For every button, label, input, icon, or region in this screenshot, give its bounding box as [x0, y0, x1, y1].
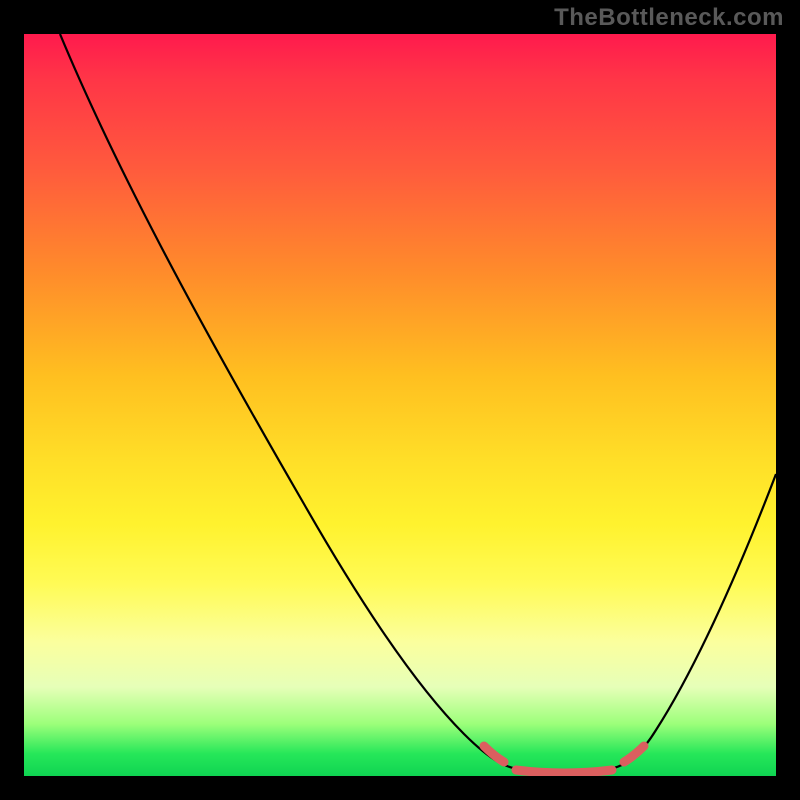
accent-right-knee — [624, 746, 644, 762]
chart-plot-area — [24, 34, 776, 776]
accent-left-knee — [484, 746, 504, 762]
bottleneck-curve-svg — [24, 34, 776, 776]
accent-flat-bottom — [516, 770, 612, 773]
watermark-text: TheBottleneck.com — [554, 4, 784, 32]
bottleneck-curve — [60, 34, 776, 774]
